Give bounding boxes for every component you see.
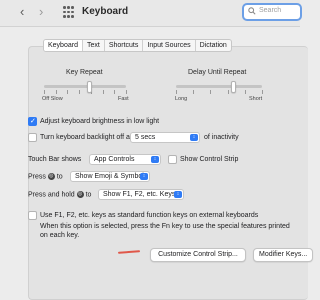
- press-globe-text: Press: [28, 173, 46, 181]
- delay-until-repeat-tick: [227, 90, 229, 94]
- delay-until-repeat-tick: [262, 90, 263, 94]
- key-repeat-tick: [55, 90, 57, 94]
- delay-until-repeat-slider-thumb[interactable]: [231, 81, 237, 93]
- key-repeat-title: Key Repeat: [66, 69, 103, 76]
- key-repeat-min-label: Off Slow: [42, 96, 63, 102]
- key-repeat-tick: [79, 90, 81, 94]
- modifier-keys-button[interactable]: Modifier Keys...: [253, 248, 313, 262]
- tab-input-sources[interactable]: Input Sources: [143, 40, 196, 51]
- popup-arrows-icon: ↕: [151, 156, 159, 163]
- press-hold-globe-popup[interactable]: Show F1, F2, etc. Keys ↕: [98, 189, 184, 200]
- key-repeat-tick: [102, 90, 104, 94]
- adjust-brightness-label: Adjust keyboard brightness in low light: [40, 118, 160, 125]
- press-globe-popup[interactable]: Show Emoji & Symbols ↕: [70, 171, 150, 182]
- search-icon: [248, 7, 256, 15]
- customize-control-strip-button[interactable]: Customize Control Strip...: [150, 248, 246, 262]
- delay-until-repeat-tick: [176, 90, 177, 94]
- touch-bar-value: App Controls: [94, 156, 135, 163]
- window-title: Keyboard: [82, 6, 129, 17]
- backlight-off-suffix: of inactivity: [204, 134, 239, 141]
- delay-until-repeat-title: Delay Until Repeat: [188, 69, 247, 76]
- press-globe-label: Press ◎ to: [28, 173, 63, 180]
- press-hold-globe-label: Press and hold ◎ to: [28, 191, 91, 198]
- press-globe-value: Show Emoji & Symbols: [75, 173, 148, 180]
- search-field[interactable]: Search: [242, 3, 302, 21]
- show-control-strip-label: Show Control Strip: [180, 156, 239, 163]
- adjust-brightness-checkbox[interactable]: [28, 117, 37, 126]
- back-chevron-icon[interactable]: ‹: [20, 5, 24, 19]
- popup-arrows-icon: ↕: [190, 134, 198, 141]
- backlight-timeout-value: 5 secs: [135, 134, 156, 141]
- fn-keys-label: Use F1, F2, etc. keys as standard functi…: [40, 212, 259, 219]
- touch-bar-label: Touch Bar shows: [28, 156, 82, 163]
- tab-bar: Keyboard Text Shortcuts Input Sources Di…: [43, 39, 232, 52]
- forward-chevron-icon[interactable]: ›: [39, 5, 43, 19]
- show-control-strip-checkbox[interactable]: [168, 155, 177, 164]
- delay-until-repeat-track[interactable]: [176, 85, 262, 88]
- delay-until-repeat-min-label: Long: [175, 96, 188, 102]
- backlight-off-label: Turn keyboard backlight off after: [40, 134, 140, 141]
- tab-dictation[interactable]: Dictation: [196, 40, 231, 51]
- tab-keyboard[interactable]: Keyboard: [44, 40, 83, 51]
- press-globe-to-text: to: [56, 173, 63, 181]
- key-repeat-track[interactable]: [44, 85, 126, 88]
- key-repeat-slider-thumb[interactable]: [86, 81, 92, 93]
- touch-bar-popup[interactable]: App Controls ↕: [89, 154, 161, 165]
- fn-keys-checkbox[interactable]: [28, 211, 37, 220]
- globe-icon: ◎: [47, 173, 55, 180]
- press-hold-text: Press and hold: [28, 191, 75, 199]
- key-repeat-tick: [67, 90, 69, 94]
- search-placeholder: Search: [259, 7, 282, 14]
- delay-until-repeat-max-label: Short: [249, 96, 263, 102]
- press-hold-to-text: to: [85, 191, 92, 199]
- show-all-grid-icon[interactable]: [63, 6, 75, 18]
- key-repeat-tick: [44, 90, 45, 94]
- title-bar: ‹ › Keyboard Search: [0, 0, 302, 27]
- backlight-timeout-popup[interactable]: 5 secs ↕: [130, 132, 200, 143]
- delay-until-repeat-tick: [193, 90, 195, 94]
- key-repeat-max-label: Fast: [118, 96, 129, 102]
- delay-until-repeat-tick: [244, 90, 246, 94]
- delay-until-repeat-tick: [210, 90, 212, 94]
- backlight-off-checkbox[interactable]: [28, 133, 37, 142]
- press-hold-globe-value: Show F1, F2, etc. Keys: [103, 191, 176, 198]
- tab-shortcuts[interactable]: Shortcuts: [105, 40, 144, 51]
- popup-arrows-icon: ↕: [174, 191, 182, 198]
- globe-icon: ◎: [76, 191, 84, 198]
- fn-keys-description: When this option is selected, press the …: [40, 223, 290, 239]
- tab-text[interactable]: Text: [83, 40, 105, 51]
- key-repeat-tick: [114, 90, 116, 94]
- popup-arrows-icon: ↕: [140, 173, 148, 180]
- key-repeat-tick: [126, 90, 127, 94]
